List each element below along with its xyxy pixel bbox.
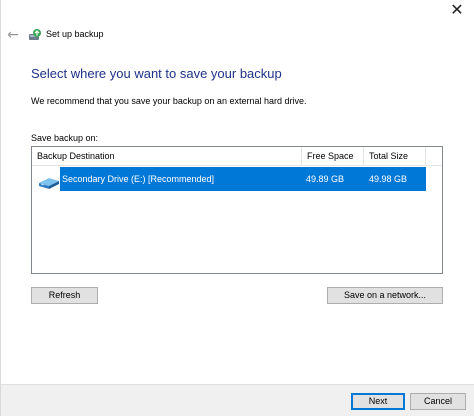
row-total-size: 49.98 GB (369, 174, 408, 184)
dialog-footer: Next Cancel (1, 384, 474, 416)
refresh-button[interactable]: Refresh (31, 287, 98, 304)
row-free-space: 49.89 GB (306, 174, 345, 184)
backup-destination-list[interactable]: Backup Destination Free Space Total Size… (31, 146, 443, 274)
next-button[interactable]: Next (351, 393, 405, 410)
column-header-total-size[interactable]: Total Size (364, 147, 426, 165)
save-backup-label: Save backup on: (31, 133, 99, 143)
cancel-button[interactable]: Cancel (410, 393, 466, 410)
table-row[interactable]: Secondary Drive (E:) [Recommended] 49.89… (60, 167, 426, 191)
page-heading: Select where you want to save your backu… (31, 66, 282, 81)
save-on-network-button[interactable]: Save on a network... (327, 287, 443, 304)
close-icon[interactable]: ✕ (439, 0, 474, 20)
page-description: We recommend that you save your backup o… (31, 96, 307, 106)
back-arrow-icon[interactable]: ← (5, 27, 21, 43)
list-header: Backup Destination Free Space Total Size (32, 147, 442, 166)
backup-icon (29, 29, 41, 40)
column-header-destination[interactable]: Backup Destination (32, 147, 302, 165)
window-title: Set up backup (46, 29, 104, 39)
column-header-free-space[interactable]: Free Space (302, 147, 364, 165)
backup-window: ✕ ← Set up backup Select where you want … (0, 0, 474, 416)
row-destination: Secondary Drive (E:) [Recommended] (62, 174, 215, 184)
drive-icon (39, 178, 59, 189)
